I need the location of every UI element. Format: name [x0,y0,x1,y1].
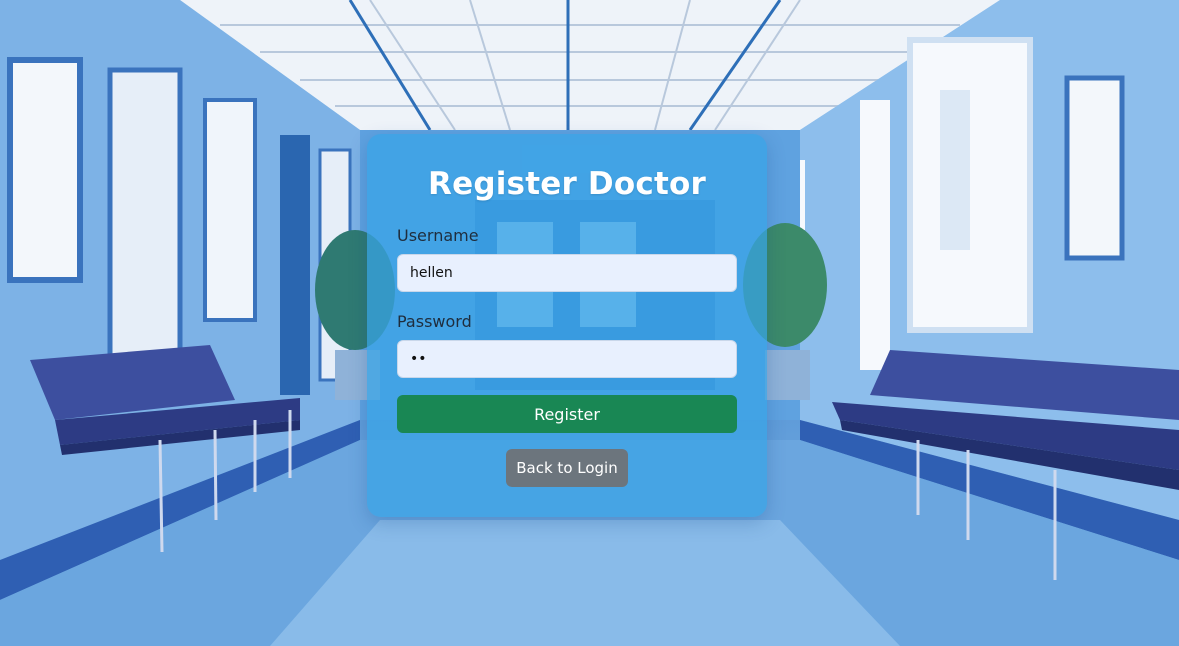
page-title: Register Doctor [428,166,706,202]
username-input[interactable] [397,254,737,292]
page: Register Doctor Username Password Regist… [0,0,1179,646]
username-label: Username [397,226,479,245]
password-input[interactable] [397,340,737,378]
password-label: Password [397,312,472,331]
back-to-login-button[interactable]: Back to Login [506,449,628,487]
register-card: Register Doctor Username Password Regist… [367,134,767,517]
register-button[interactable]: Register [397,395,737,433]
